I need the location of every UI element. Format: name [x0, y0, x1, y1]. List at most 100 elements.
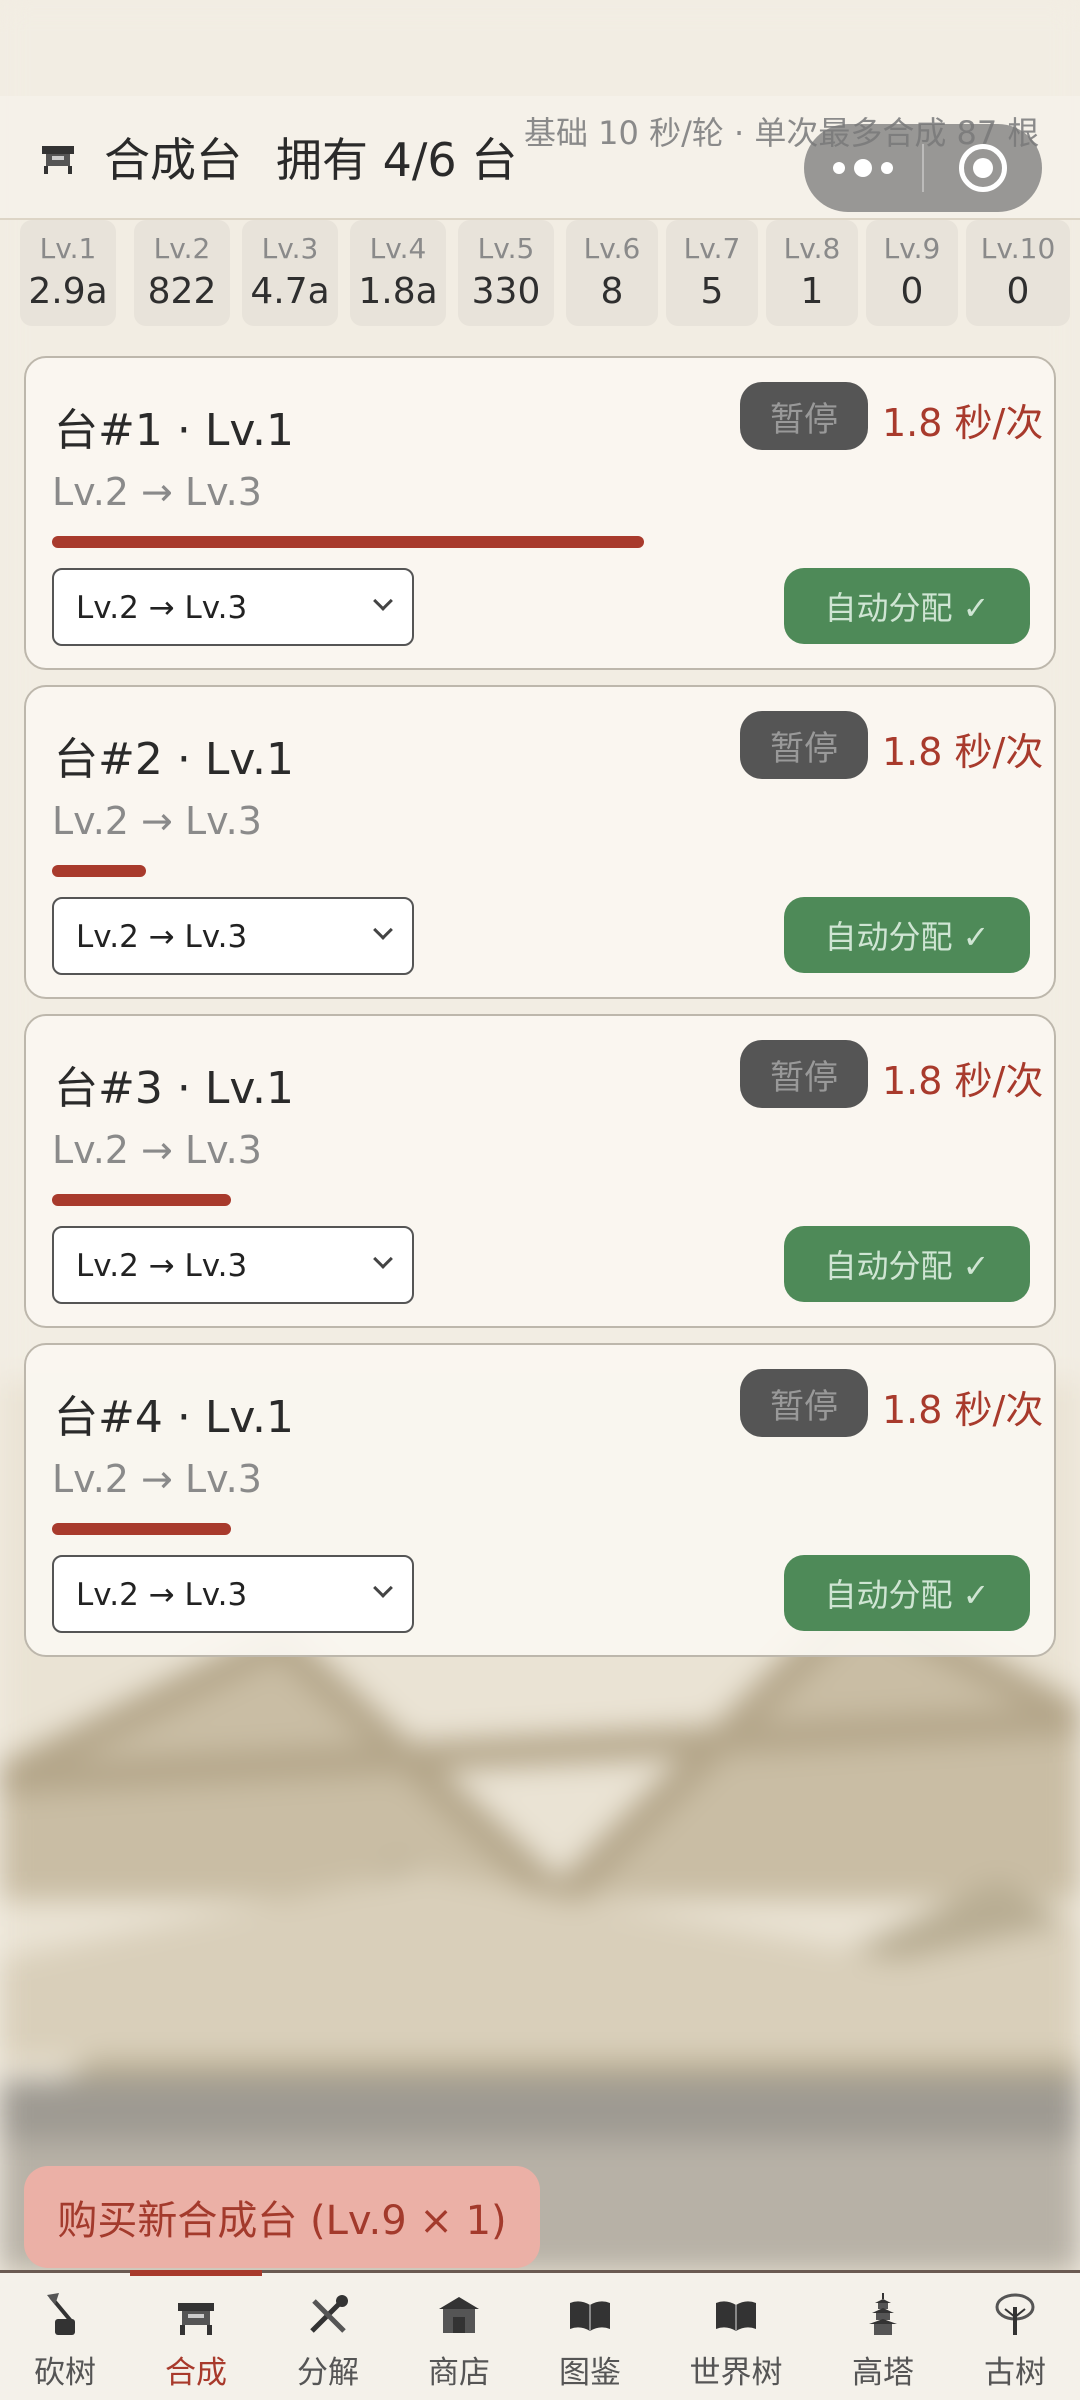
craft-speed: 1.8 秒/次 [882, 730, 1044, 774]
inventory-cell: Lv.2 822 [134, 220, 230, 326]
tab-ancient-tree[interactable]: 古树 [950, 2273, 1080, 2400]
tab-label: 砍树 [34, 2355, 96, 2391]
miniprogram-capsule [804, 124, 1042, 212]
card-recipe: Lv.2 → Lv.3 [52, 799, 262, 843]
chevron-down-icon [373, 591, 393, 611]
card-title: 台#3 · Lv.1 [54, 1063, 294, 1114]
inventory-count: 0 [1006, 271, 1030, 312]
inventory-cell: Lv.4 1.8a [350, 220, 446, 326]
shop-icon [439, 2297, 479, 2333]
recipe-select-value: Lv.2 → Lv.3 [76, 1577, 248, 1613]
tab-label: 商店 [428, 2355, 490, 2391]
card-recipe: Lv.2 → Lv.3 [52, 1457, 262, 1501]
bottom-tab-bar: 砍树 合成 分解 商店 图鉴 世界树 高塔 古树 [0, 2270, 1080, 2400]
inventory-level: Lv.1 [39, 232, 97, 265]
crafting-table-card: 台#3 · Lv.1 暂停 1.8 秒/次 Lv.2 → Lv.3 Lv.2 →… [24, 1014, 1056, 1328]
tab-chop[interactable]: 砍树 [0, 2273, 130, 2400]
inventory-level: Lv.10 [980, 232, 1056, 265]
recipe-select-value: Lv.2 → Lv.3 [76, 919, 248, 955]
recipe-select[interactable]: Lv.2 → Lv.3 [52, 1226, 414, 1304]
recipe-select[interactable]: Lv.2 → Lv.3 [52, 1555, 414, 1633]
ancient-tree-icon [995, 2293, 1035, 2335]
tab-label: 合成 [165, 2355, 227, 2391]
progress-bar [52, 1194, 992, 1206]
axe-stump-icon [47, 2293, 75, 2335]
chevron-down-icon [373, 1578, 393, 1598]
inventory-count: 1.8a [358, 271, 438, 312]
chevron-down-icon [373, 920, 393, 940]
inventory-count: 8 [600, 271, 624, 312]
pause-button[interactable]: 暂停 [740, 382, 868, 450]
inventory-cell: Lv.8 1 [766, 220, 858, 326]
tab-label: 高塔 [852, 2355, 914, 2391]
tools-icon [310, 2295, 348, 2333]
auto-assign-button[interactable]: 自动分配 ✓ [784, 1226, 1030, 1302]
crafting-table-icon [178, 2303, 214, 2335]
tab-craft[interactable]: 合成 [130, 2270, 262, 2400]
book-icon [570, 2301, 610, 2331]
buy-crafting-table-button[interactable]: 购买新合成台 (Lv.9 × 1) [24, 2166, 540, 2268]
tab-label: 世界树 [689, 2355, 783, 2391]
inventory-cell: Lv.3 4.7a [242, 220, 338, 326]
inventory-level: Lv.3 [261, 232, 319, 265]
book-icon [716, 2301, 756, 2331]
inventory-count: 5 [700, 271, 724, 312]
crafting-table-card: 台#4 · Lv.1 暂停 1.8 秒/次 Lv.2 → Lv.3 Lv.2 →… [24, 1343, 1056, 1657]
progress-bar [52, 865, 992, 877]
inventory-count: 822 [147, 271, 217, 312]
auto-assign-button[interactable]: 自动分配 ✓ [784, 1555, 1030, 1631]
tab-label: 古树 [984, 2355, 1046, 2391]
pause-button[interactable]: 暂停 [740, 1040, 868, 1108]
pause-button[interactable]: 暂停 [740, 711, 868, 779]
target-close-icon[interactable] [924, 144, 1042, 192]
craft-speed: 1.8 秒/次 [882, 1388, 1044, 1432]
craft-speed: 1.8 秒/次 [882, 1059, 1044, 1103]
tab-shop[interactable]: 商店 [394, 2273, 524, 2400]
tab-codex[interactable]: 图鉴 [524, 2273, 656, 2400]
tab-decompose[interactable]: 分解 [262, 2273, 394, 2400]
inventory-cell: Lv.7 5 [666, 220, 758, 326]
tab-tower[interactable]: 高塔 [816, 2273, 950, 2400]
progress-fill [52, 1194, 231, 1206]
inventory-level: Lv.7 [683, 232, 741, 265]
inventory-cell: Lv.9 0 [866, 220, 958, 326]
inventory-level: Lv.6 [583, 232, 641, 265]
inventory-bar: Lv.1 2.9a Lv.2 822 Lv.3 4.7a Lv.4 1.8a L… [0, 220, 1080, 330]
chevron-down-icon [373, 1249, 393, 1269]
card-title: 台#2 · Lv.1 [54, 734, 294, 785]
tab-label: 图鉴 [559, 2355, 621, 2391]
crafting-table-card: 台#1 · Lv.1 暂停 1.8 秒/次 Lv.2 → Lv.3 Lv.2 →… [24, 356, 1056, 670]
inventory-count: 2.9a [28, 271, 108, 312]
card-recipe: Lv.2 → Lv.3 [52, 1128, 262, 1172]
tab-world-tree[interactable]: 世界树 [656, 2273, 816, 2400]
active-tab-indicator [130, 2270, 262, 2276]
tab-label: 分解 [297, 2355, 359, 2391]
progress-bar [52, 536, 992, 548]
inventory-level: Lv.8 [783, 232, 841, 265]
crafting-table-card: 台#2 · Lv.1 暂停 1.8 秒/次 Lv.2 → Lv.3 Lv.2 →… [24, 685, 1056, 999]
progress-fill [52, 1523, 231, 1535]
auto-assign-button[interactable]: 自动分配 ✓ [784, 568, 1030, 644]
inventory-count: 0 [900, 271, 924, 312]
inventory-count: 4.7a [250, 271, 330, 312]
recipe-select[interactable]: Lv.2 → Lv.3 [52, 568, 414, 646]
page-title: 合成台 [104, 133, 242, 187]
pagoda-icon [869, 2293, 897, 2335]
craft-speed: 1.8 秒/次 [882, 401, 1044, 445]
inventory-level: Lv.2 [153, 232, 211, 265]
inventory-count: 1 [800, 271, 824, 312]
card-recipe: Lv.2 → Lv.3 [52, 470, 262, 514]
recipe-select-value: Lv.2 → Lv.3 [76, 1248, 248, 1284]
pause-button[interactable]: 暂停 [740, 1369, 868, 1437]
progress-fill [52, 536, 645, 548]
inventory-count: 330 [471, 271, 541, 312]
inventory-cell: Lv.1 2.9a [20, 220, 116, 326]
inventory-level: Lv.4 [369, 232, 427, 265]
more-dots-icon[interactable] [804, 159, 922, 177]
recipe-select[interactable]: Lv.2 → Lv.3 [52, 897, 414, 975]
inventory-level: Lv.5 [477, 232, 535, 265]
crafting-table-icon [42, 146, 74, 174]
auto-assign-button[interactable]: 自动分配 ✓ [784, 897, 1030, 973]
recipe-select-value: Lv.2 → Lv.3 [76, 590, 248, 626]
progress-bar [52, 1523, 992, 1535]
